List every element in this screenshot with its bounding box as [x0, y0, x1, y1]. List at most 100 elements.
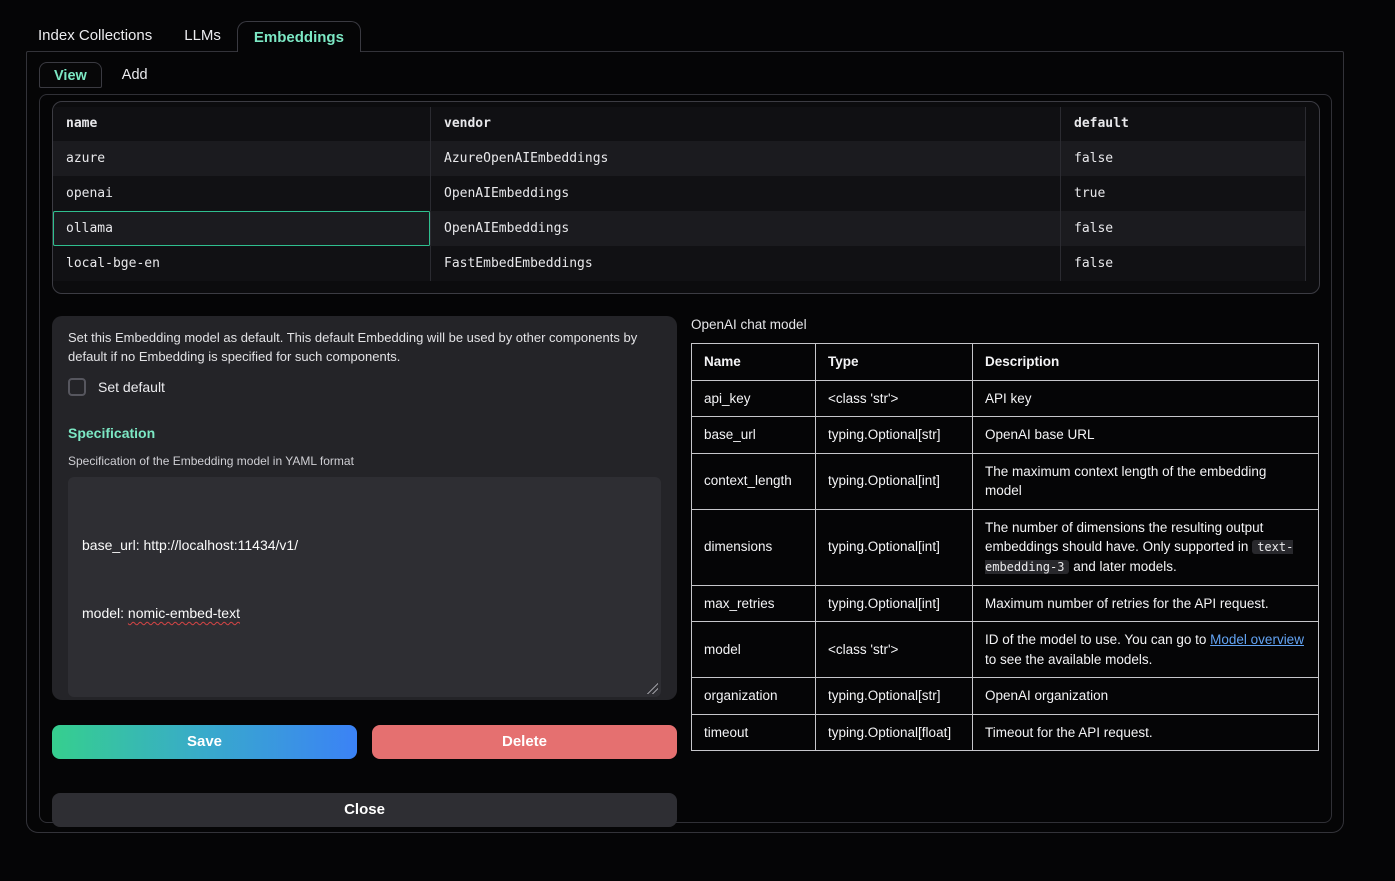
- grid-row-azure[interactable]: azureAzureOpenAIEmbeddingsfalse: [53, 141, 1306, 176]
- sub-tab-add[interactable]: Add: [108, 62, 162, 88]
- doc-desc-text: The maximum context length of the embedd…: [985, 464, 1266, 499]
- doc-cell-timeout-description: Timeout for the API request.: [973, 714, 1319, 751]
- doc-desc-text: to see the available models.: [985, 652, 1152, 667]
- grid-cell-ollama-name[interactable]: ollama: [53, 211, 431, 246]
- doc-desc-text: The number of dimensions the resulting o…: [985, 520, 1263, 555]
- doc-cell-dimensions-description: The number of dimensions the resulting o…: [973, 509, 1319, 585]
- close-button[interactable]: Close: [52, 793, 677, 827]
- grid-header-name: name: [53, 107, 431, 141]
- doc-desc-text: ID of the model to use. You can go to: [985, 632, 1210, 647]
- doc-link-model-overview[interactable]: Model overview: [1210, 632, 1304, 647]
- doc-desc-text: and later models.: [1069, 559, 1176, 574]
- doc-cell-api-key-name: api_key: [692, 380, 816, 417]
- doc-title: OpenAI chat model: [691, 317, 1319, 332]
- doc-cell-organization-name: organization: [692, 678, 816, 715]
- doc-cell-dimensions-name: dimensions: [692, 509, 816, 585]
- grid-cell-local-bge-en-vendor[interactable]: FastEmbedEmbeddings: [431, 246, 1061, 281]
- main-tab-bar: Index CollectionsLLMsEmbeddings: [0, 20, 1395, 51]
- default-settings-card: Set this Embedding model as default. Thi…: [52, 316, 677, 700]
- doc-cell-api-key-description: API key: [973, 380, 1319, 417]
- model-doc-column: OpenAI chat model NameTypeDescription ap…: [691, 316, 1319, 827]
- main-tab-index-collections[interactable]: Index Collections: [22, 20, 168, 51]
- default-help-text: Set this Embedding model as default. Thi…: [68, 329, 661, 367]
- main-tab-llms[interactable]: LLMs: [168, 20, 237, 51]
- doc-header-row: NameTypeDescription: [692, 344, 1319, 381]
- yaml-line-1: base_url: http://localhost:11434/v1/: [82, 537, 298, 553]
- yaml-line-2-prefix: model:: [82, 605, 128, 621]
- doc-cell-base-url-type: typing.Optional[str]: [816, 417, 973, 454]
- specification-heading: Specification: [68, 425, 661, 441]
- grid-cell-openai-default[interactable]: true: [1061, 176, 1306, 211]
- sub-tab-view[interactable]: View: [39, 62, 102, 88]
- set-default-checkbox-row[interactable]: Set default: [68, 378, 661, 396]
- resize-grip-icon[interactable]: [647, 683, 658, 694]
- grid-cell-azure-name[interactable]: azure: [53, 141, 431, 176]
- doc-cell-timeout-name: timeout: [692, 714, 816, 751]
- doc-cell-max-retries-description: Maximum number of retries for the API re…: [973, 585, 1319, 622]
- doc-cell-organization-type: typing.Optional[str]: [816, 678, 973, 715]
- grid-row-openai[interactable]: openaiOpenAIEmbeddingstrue: [53, 176, 1306, 211]
- doc-cell-model-description: ID of the model to use. You can go to Mo…: [973, 622, 1319, 678]
- grid-header-vendor: vendor: [431, 107, 1061, 141]
- doc-cell-model-type: <class 'str'>: [816, 622, 973, 678]
- set-default-checkbox[interactable]: [68, 378, 86, 396]
- doc-cell-base-url-description: OpenAI base URL: [973, 417, 1319, 454]
- doc-row-context-length: context_lengthtyping.Optional[int] The ma…: [692, 453, 1319, 509]
- doc-row-dimensions: dimensionstyping.Optional[int] The number…: [692, 509, 1319, 585]
- doc-cell-timeout-type: typing.Optional[float]: [816, 714, 973, 751]
- grid-row-local-bge-en[interactable]: local-bge-enFastEmbedEmbeddingsfalse: [53, 246, 1306, 281]
- grid-header-row: namevendordefault: [53, 107, 1306, 141]
- sub-tab-bar: ViewAdd: [39, 62, 1331, 88]
- doc-header-name: Name: [692, 344, 816, 381]
- doc-desc-text: OpenAI organization: [985, 688, 1108, 703]
- doc-desc-text: API key: [985, 391, 1032, 406]
- doc-cell-context-length-type: typing.Optional[int]: [816, 453, 973, 509]
- grid-cell-azure-default[interactable]: false: [1061, 141, 1306, 176]
- save-button[interactable]: Save: [52, 725, 357, 759]
- grid-cell-ollama-default[interactable]: false: [1061, 211, 1306, 246]
- page: Index CollectionsLLMsEmbeddings ViewAdd …: [0, 0, 1395, 833]
- embeddings-tab-panel: ViewAdd namevendordefaultazureAzureOpenA…: [26, 51, 1344, 833]
- grid-row-ollama[interactable]: ollamaOpenAIEmbeddingsfalse: [53, 211, 1306, 246]
- doc-desc-text: OpenAI base URL: [985, 427, 1095, 442]
- grid-cell-local-bge-en-name[interactable]: local-bge-en: [53, 246, 431, 281]
- doc-row-model: model<class 'str'>ID of the model to use…: [692, 622, 1319, 678]
- yaml-line-2-misspelled-word: nomic-embed-text: [128, 605, 240, 621]
- doc-cell-max-retries-type: typing.Optional[int]: [816, 585, 973, 622]
- grid-cell-openai-vendor[interactable]: OpenAIEmbeddings: [431, 176, 1061, 211]
- main-tab-embeddings[interactable]: Embeddings: [237, 21, 361, 52]
- doc-cell-max-retries-name: max_retries: [692, 585, 816, 622]
- delete-button[interactable]: Delete: [372, 725, 677, 759]
- view-tab-panel: namevendordefaultazureAzureOpenAIEmbeddi…: [39, 94, 1332, 823]
- doc-header-type: Type: [816, 344, 973, 381]
- grid-header-default: default: [1061, 107, 1306, 141]
- doc-desc-text: Maximum number of retries for the API re…: [985, 596, 1269, 611]
- grid-cell-ollama-vendor[interactable]: OpenAIEmbeddings: [431, 211, 1061, 246]
- doc-cell-organization-description: OpenAI organization: [973, 678, 1319, 715]
- model-doc-table: NameTypeDescription api_key<class 'str'>…: [691, 343, 1319, 751]
- grid-cell-azure-vendor[interactable]: AzureOpenAIEmbeddings: [431, 141, 1061, 176]
- doc-cell-context-length-description: The maximum context length of the embedd…: [973, 453, 1319, 509]
- doc-cell-api-key-type: <class 'str'>: [816, 380, 973, 417]
- doc-row-organization: organizationtyping.Optional[str] OpenAI o…: [692, 678, 1319, 715]
- doc-header-description: Description: [973, 344, 1319, 381]
- doc-desc-text: Timeout for the API request.: [985, 725, 1153, 740]
- doc-row-api-key: api_key<class 'str'> API key: [692, 380, 1319, 417]
- grid-cell-local-bge-en-default[interactable]: false: [1061, 246, 1306, 281]
- detail-row: Set this Embedding model as default. Thi…: [52, 316, 1319, 827]
- spec-yaml-input[interactable]: base_url: http://localhost:11434/v1/ mod…: [68, 477, 661, 697]
- doc-cell-model-name: model: [692, 622, 816, 678]
- doc-cell-context-length-name: context_length: [692, 453, 816, 509]
- specification-help-text: Specification of the Embedding model in …: [68, 454, 661, 468]
- set-default-label: Set default: [98, 379, 165, 395]
- doc-cell-base-url-name: base_url: [692, 417, 816, 454]
- doc-row-max-retries: max_retriestyping.Optional[int] Maximum n…: [692, 585, 1319, 622]
- embedding-detail-column: Set this Embedding model as default. Thi…: [52, 316, 677, 827]
- grid-cell-openai-name[interactable]: openai: [53, 176, 431, 211]
- action-button-row: Save Delete: [52, 725, 677, 759]
- embeddings-table: namevendordefaultazureAzureOpenAIEmbeddi…: [52, 101, 1320, 294]
- doc-row-base-url: base_urltyping.Optional[str] OpenAI base …: [692, 417, 1319, 454]
- doc-table-body: api_key<class 'str'>API keybase_urltypin…: [692, 380, 1319, 751]
- doc-row-timeout: timeouttyping.Optional[float] Timeout for…: [692, 714, 1319, 751]
- doc-cell-dimensions-type: typing.Optional[int]: [816, 509, 973, 585]
